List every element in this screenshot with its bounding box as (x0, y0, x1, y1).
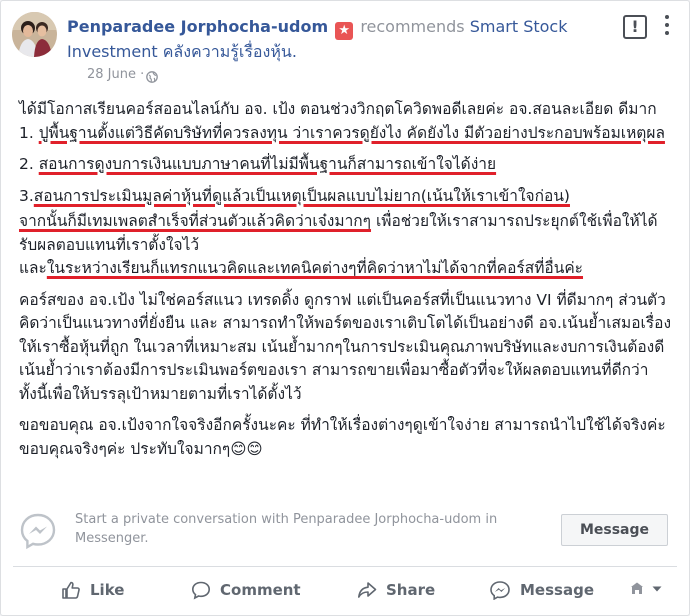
recommend-icon: ★ (335, 22, 354, 40)
more-options-icon[interactable] (657, 11, 677, 39)
body-text: ขอขอบคุณ อจ.เป้งจากใจจริงอีกครั้งนะคะ ที… (19, 416, 666, 458)
share-button[interactable]: Share (357, 567, 435, 613)
message-button[interactable]: Message (561, 514, 668, 546)
smile-emoji-icon: 😊😊 (230, 439, 263, 458)
meta-separator: · (140, 67, 145, 82)
page-name[interactable]: Smart Stock (470, 17, 568, 36)
body-paragraph-7: ขอขอบคุณ อจ.เป้งจากใจจริงอีกครั้งนะคะ ที… (19, 414, 675, 461)
highlight-text: ในระหว่างเรียนก็แทรกแนวคิดและเทคนิคต่างๆ… (46, 259, 584, 277)
comment-icon (191, 581, 211, 600)
audience-icon (631, 582, 643, 594)
message-icon (490, 581, 510, 600)
body-paragraph-6: คอร์สของ อจ.เป้ง ไม่ใช่คอร์สแนว เทรดดิ้ง… (19, 289, 675, 407)
recommends-text: recommends (360, 17, 465, 36)
body-paragraph-5: และในระหว่างเรียนก็แทรกแนวคิดและเทคนิคต่… (19, 257, 675, 281)
share-label: Share (386, 581, 436, 599)
message-action-label: Message (520, 581, 594, 599)
comment-button[interactable]: Comment (191, 567, 301, 613)
thumbs-up-icon (62, 581, 80, 599)
audience-selector[interactable] (629, 577, 665, 601)
body-paragraph-4: จากนั้นก็มีเทมเพลตสำเร็จที่ส่วนตัวแล้วคิ… (19, 210, 675, 257)
action-bar: Like Comment Share Message (1, 567, 689, 613)
avatar[interactable] (12, 12, 57, 57)
highlight-text: สอนการประเมินมูลค่าหุ้นที่ดูแล้วเป็นเหตุ… (33, 186, 570, 205)
share-icon (358, 582, 377, 598)
body-paragraph-2: 2. สอนการดูงบการเงินแบบภาษาคนที่ไม่มีพื้… (19, 153, 675, 177)
like-label: Like (90, 581, 125, 599)
page-name-cont[interactable]: Investment คลังความรู้เรื่องหุ้น. (67, 42, 297, 61)
messenger-icon (20, 513, 56, 550)
highlight-text: ปูพื้นฐานตั้งแต่วิธีคัดบริษัทที่ควรลงทุน… (38, 123, 665, 142)
author-name[interactable]: Penparadee Jorphocha-udom (67, 17, 328, 36)
chevron-down-icon (652, 586, 662, 592)
body-paragraph-3: 3.สอนการประเมินมูลค่าหุ้นที่ดูแล้วเป็นเห… (19, 185, 675, 209)
post-header: Penparadee Jorphocha-udom ★ recommends S… (67, 15, 607, 64)
messenger-prompt: Start a private conversation with Penpar… (17, 504, 673, 556)
body-text: 2. (19, 155, 39, 173)
report-flag-icon[interactable]: ! (623, 15, 647, 39)
post-card: Penparadee Jorphocha-udom ★ recommends S… (0, 0, 690, 616)
message-action-button[interactable]: Message (489, 567, 594, 613)
highlight-text: สอนการดูงบการเงินแบบภาษาคนที่ไม่มีพื้นฐา… (38, 155, 497, 173)
body-text: คอร์สของ อจ.เป้ง ไม่ใช่คอร์สแนว เทรดดิ้ง… (19, 290, 672, 403)
body-paragraph-1: ได้มีโอกาสเรียนคอร์สออนไลน์กับ อจ. เป้ง … (19, 98, 675, 145)
like-button[interactable]: Like (61, 567, 124, 613)
highlight-text: จากนั้นก็มีเทมเพลตสำเร็จที่ส่วนตัวแล้วคิ… (19, 212, 372, 230)
messenger-prompt-text: Start a private conversation with Penpar… (75, 512, 498, 546)
post-body: ได้มีโอกาสเรียนคอร์สออนไลน์กับ อจ. เป้ง … (19, 98, 675, 469)
body-text: และ (19, 259, 47, 277)
comment-label: Comment (220, 581, 301, 599)
post-meta: 28 June · (87, 67, 144, 82)
post-date[interactable]: 28 June (87, 67, 136, 82)
globe-icon[interactable] (146, 71, 158, 83)
body-text: 3. (19, 186, 34, 205)
